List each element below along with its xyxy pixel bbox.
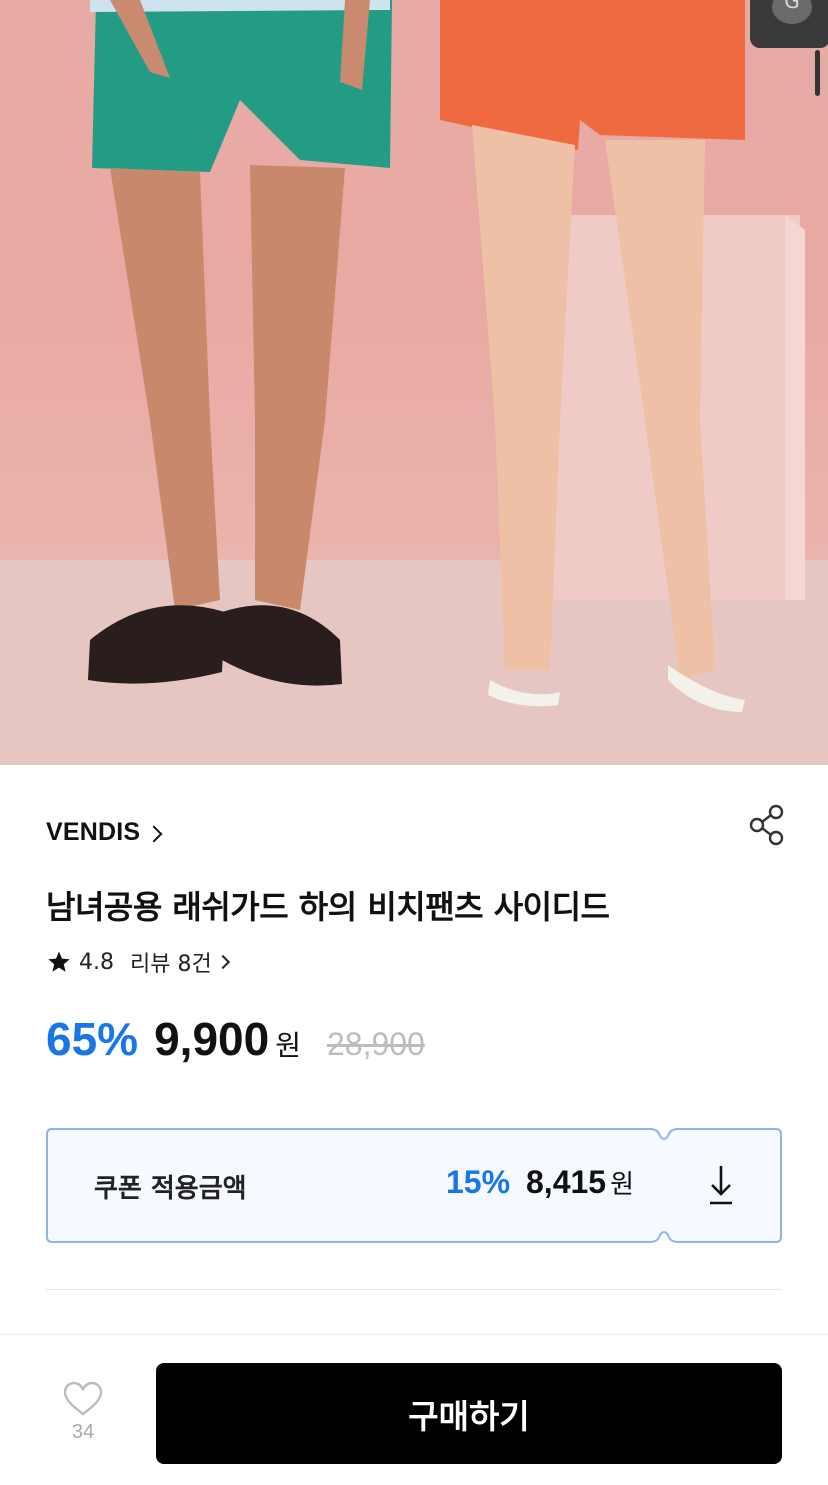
like-button[interactable]: 34 <box>56 1381 110 1461</box>
section-divider <box>46 1289 782 1290</box>
floating-badge[interactable]: G <box>750 0 828 48</box>
price-currency: 원 <box>275 1029 301 1062</box>
product-photo-illustration <box>0 0 828 765</box>
review-count: 리뷰 8건 <box>130 952 212 977</box>
coupon-price: 8,415 <box>526 1164 607 1200</box>
share-icon <box>749 804 784 846</box>
bottom-action-bar: 34 구매하기 <box>0 1334 828 1485</box>
rating-row: 4.8 리뷰 8건 <box>47 946 230 978</box>
share-button[interactable] <box>748 804 786 846</box>
sale-price: 9,900 <box>154 1013 270 1065</box>
badge-letter: G <box>772 0 812 24</box>
coupon-label: 쿠폰 적용금액 <box>94 1174 247 1204</box>
coupon-price-wrap: 8,415 원 <box>526 1164 634 1201</box>
coupon-rate: 15% <box>446 1164 511 1200</box>
original-price: 28,900 <box>326 1026 425 1062</box>
review-link[interactable]: 리뷰 8건 <box>130 946 230 978</box>
product-image[interactable]: G <box>0 0 828 765</box>
coupon-currency: 원 <box>610 1169 634 1199</box>
brand-link[interactable]: VENDIS <box>46 818 163 847</box>
price-row: 65% 9,900 원 28,900 <box>46 1012 425 1066</box>
discount-rate: 65% <box>46 1013 139 1065</box>
chevron-right-icon <box>215 954 230 970</box>
buy-button[interactable]: 구매하기 <box>156 1363 782 1464</box>
star-icon <box>48 951 70 972</box>
coupon-download-button[interactable] <box>701 1160 741 1210</box>
scroll-indicator[interactable] <box>815 50 820 96</box>
brand-name: VENDIS <box>46 818 141 846</box>
like-count: 34 <box>71 1421 95 1443</box>
product-title: 남녀공용 래쉬가드 하의 비치팬츠 사이디드 <box>46 888 610 926</box>
rating-value: 4.8 <box>79 949 114 975</box>
coupon-box[interactable]: 쿠폰 적용금액 15% 8,415 원 <box>46 1128 782 1243</box>
heart-icon <box>63 1381 103 1416</box>
download-icon <box>710 1166 732 1205</box>
chevron-right-icon <box>145 825 163 842</box>
